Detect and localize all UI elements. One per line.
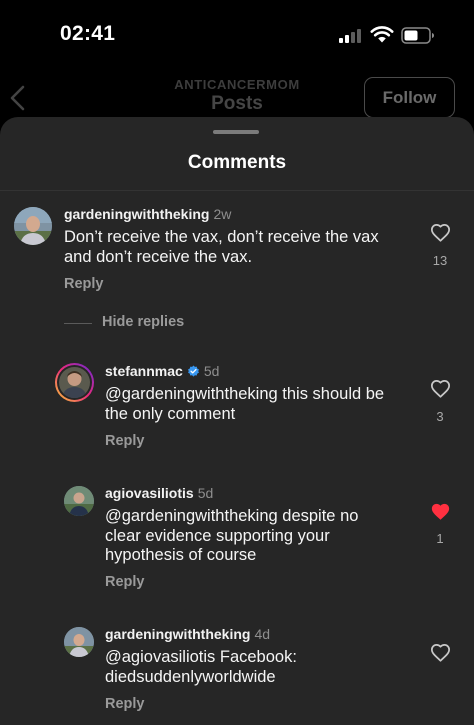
avatar[interactable] (64, 627, 94, 657)
reply-time: 5d (197, 485, 214, 501)
comment-time: 2w (213, 206, 232, 222)
reply-button[interactable]: Reply (105, 433, 145, 449)
avatar[interactable] (55, 363, 94, 402)
reply-text: @gardeningwiththeking despite no clear e… (105, 507, 359, 564)
like-button[interactable] (429, 643, 451, 662)
status-bar: 02:41 (0, 0, 474, 70)
like-button[interactable] (429, 502, 451, 521)
avatar[interactable] (64, 486, 94, 516)
verified-badge-icon (187, 365, 200, 378)
reply-username[interactable]: stefannmac (105, 363, 183, 379)
wifi-icon (370, 25, 394, 43)
heart-outline-icon (430, 380, 450, 398)
heart-filled-icon (431, 503, 449, 520)
like-count: 13 (432, 253, 448, 268)
follow-button[interactable]: Follow (364, 77, 455, 118)
reply-button[interactable]: Reply (105, 574, 145, 590)
reply-username[interactable]: agiovasiliotis (105, 485, 194, 501)
avatar[interactable] (14, 207, 52, 245)
like-count: 3 (436, 409, 444, 424)
reply-text: @gardeningwiththeking this should be the… (105, 385, 385, 423)
cellular-signal-icon (339, 29, 363, 43)
like-count: 1 (436, 531, 444, 546)
heart-outline-icon (430, 644, 450, 662)
reply-button[interactable]: Reply (64, 276, 104, 292)
divider (64, 323, 92, 324)
comments-sheet: Comments gardeningwiththeking 2w Don’t re… (0, 117, 474, 725)
heart-outline-icon (430, 224, 450, 242)
reply-username[interactable]: gardeningwiththeking (105, 626, 250, 642)
reply-text: @agiovasiliotis Facebook: diedsuddenlywo… (105, 648, 297, 686)
like-button[interactable] (429, 379, 451, 398)
sheet-title: Comments (187, 152, 287, 173)
hide-replies-label: Hide replies (102, 314, 185, 330)
reply-button[interactable]: Reply (105, 696, 145, 712)
divider (0, 190, 474, 191)
comment-username[interactable]: gardeningwiththeking (64, 206, 209, 222)
sheet-grabber-handle[interactable] (213, 130, 259, 134)
reply-time: 4d (254, 626, 271, 642)
battery-icon (401, 27, 435, 44)
comment-text: Don’t receive the vax, don’t receive the… (64, 228, 379, 266)
status-time: 02:41 (60, 22, 116, 45)
like-button[interactable] (429, 223, 451, 242)
reply-time: 5d (203, 363, 220, 379)
